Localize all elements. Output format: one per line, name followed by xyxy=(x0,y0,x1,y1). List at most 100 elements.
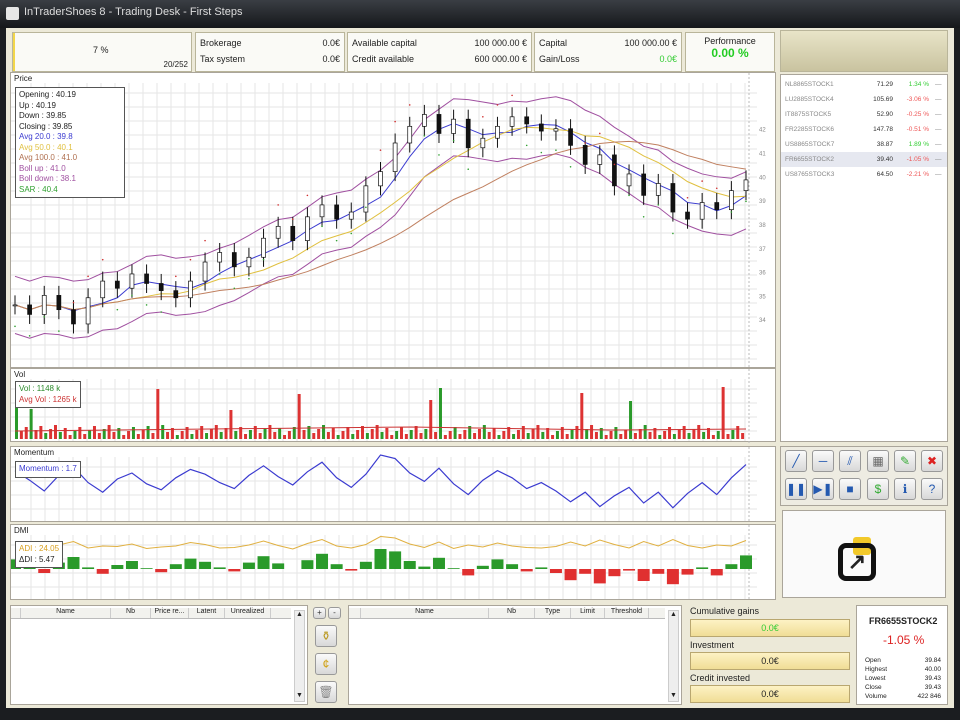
portfolio-scrollbar[interactable]: ▲ ▼ xyxy=(294,610,305,702)
col-type[interactable]: Type xyxy=(535,608,571,618)
dmi-bar xyxy=(272,563,285,569)
dmi-bar xyxy=(506,564,519,569)
volume-bar xyxy=(370,429,374,439)
quote-row: Highest 40.00 xyxy=(865,665,941,674)
share-button[interactable]: ↗ xyxy=(782,510,946,598)
volume-bar xyxy=(663,431,667,439)
candle-body xyxy=(56,295,62,311)
price-chart-panel[interactable]: 34 35 36 37 38 39 40 41 42 Price Opening : 40.19… xyxy=(10,72,776,369)
stock-price: 105.69 xyxy=(873,96,893,103)
orders-scrollbar[interactable]: ▲ ▼ xyxy=(668,610,679,702)
volume-bar xyxy=(741,433,745,439)
col-price[interactable]: Price re... xyxy=(151,608,189,618)
volume-bar xyxy=(643,425,647,439)
col-nb[interactable]: Nb xyxy=(111,608,151,618)
volume-bar xyxy=(92,426,96,439)
coins-icon[interactable]: ¢ xyxy=(315,653,337,675)
dmi-bar xyxy=(418,566,431,569)
momentum-panel[interactable]: Momentum Momentum : 1.7 xyxy=(10,446,776,523)
stock-trend-icon: — xyxy=(935,81,942,88)
candle-body xyxy=(246,256,252,268)
volume-bar xyxy=(127,431,131,439)
volume-bar xyxy=(63,428,67,439)
watchlist-item[interactable]: FR2285STOCK6 147.78 -0.51 % — xyxy=(781,122,947,137)
add-button[interactable]: + xyxy=(313,607,326,619)
volume-panel[interactable]: Vol Vol : 1148 k Avg Vol : 1265 k xyxy=(10,368,776,443)
col-nb[interactable]: Nb xyxy=(489,608,535,618)
volume-bar xyxy=(395,431,399,439)
stop-icon[interactable]: ■ xyxy=(839,478,861,500)
pause-icon[interactable]: ❚❚ xyxy=(785,478,807,500)
app-icon xyxy=(6,7,19,20)
watchlist-item[interactable]: LU2885STOCK4 105.69 -3.06 % — xyxy=(781,92,947,107)
volume-bar xyxy=(551,435,555,439)
candle-body xyxy=(422,114,427,127)
price-axis-label: 40 xyxy=(759,175,766,181)
volume-bar xyxy=(268,425,272,439)
parallel-lines-icon[interactable]: ⫽ xyxy=(839,450,861,472)
col-threshold[interactable]: Threshold xyxy=(605,608,649,618)
watchlist-item[interactable]: IT8875STOCK5 52.90 -0.25 % — xyxy=(781,107,947,122)
volume-bar xyxy=(590,425,594,439)
dmi-panel[interactable]: DMI ADI : 24.05 ΔDI : 5.47 xyxy=(10,524,776,601)
volume-bar xyxy=(190,434,194,439)
volume-bar xyxy=(219,432,223,439)
col-unrealized[interactable]: Unrealized xyxy=(225,608,271,618)
watchlist-item[interactable]: FR6655STOCK2 39.40 -1.05 % — xyxy=(781,152,947,167)
dmi-bar xyxy=(242,562,255,569)
step-icon[interactable]: ▶❚ xyxy=(812,478,834,500)
volume-bar xyxy=(575,426,579,439)
price-legend: Opening : 40.19 Up : 40.19 Down : 39.85 Clo… xyxy=(15,87,125,198)
dmi-bar xyxy=(549,569,562,573)
dmi-bar xyxy=(432,557,445,569)
dmi-legend-ddi: ΔDI : 5.47 xyxy=(19,554,55,564)
help-icon[interactable]: ? xyxy=(921,478,943,500)
line-tool-icon[interactable]: ╱ xyxy=(785,450,807,472)
sar-dot xyxy=(160,311,162,313)
horizontal-line-icon[interactable]: ─ xyxy=(812,450,834,472)
dmi-bar xyxy=(710,569,723,576)
col-latent[interactable]: Latent xyxy=(189,608,225,618)
col-limit[interactable]: Limit xyxy=(571,608,605,618)
volume-bar xyxy=(195,430,199,439)
trash-icon[interactable]: 🗑 xyxy=(315,681,337,703)
dmi-bar xyxy=(389,551,402,569)
volume-bar xyxy=(88,430,92,439)
buy-icon[interactable]: ⚱ xyxy=(315,625,337,647)
grid-icon[interactable]: ▦ xyxy=(867,450,889,472)
dmi-bar xyxy=(623,569,636,571)
eraser-icon[interactable]: ✎ xyxy=(894,450,916,472)
volume-bar xyxy=(297,394,301,439)
candle-body xyxy=(334,204,339,220)
volume-bar xyxy=(624,430,628,439)
stock-price: 64.50 xyxy=(876,171,893,178)
delete-icon[interactable]: ✖ xyxy=(921,450,943,472)
orders-header: Name Nb Type Limit Threshold xyxy=(349,608,665,619)
volume-bar xyxy=(253,426,257,439)
col-name[interactable]: Name xyxy=(21,608,111,618)
candle-body xyxy=(451,118,456,134)
stock-change: 1.34 % xyxy=(908,81,929,88)
col-name[interactable]: Name xyxy=(361,608,489,618)
volume-bar xyxy=(424,429,428,439)
stock-trend-icon: — xyxy=(935,96,942,103)
sar-dot xyxy=(101,258,104,261)
stock-change: 1.89 % xyxy=(908,141,929,148)
tax-value: 0.0€ xyxy=(322,54,340,64)
info-icon[interactable]: ℹ xyxy=(894,478,916,500)
volume-bar xyxy=(516,430,520,439)
remove-button[interactable]: - xyxy=(328,607,341,619)
watchlist-item[interactable]: US8865STOCK7 38.87 1.89 % — xyxy=(781,137,947,152)
money-icon[interactable]: $ xyxy=(867,478,889,500)
candle-body xyxy=(641,173,647,196)
volume-bar xyxy=(39,426,43,439)
volume-bar xyxy=(209,429,213,439)
capital-box: Capital 100 000.00 € Gain/Loss 0.0€ xyxy=(534,32,682,72)
sar-dot xyxy=(642,216,645,218)
watchlist-item[interactable]: US8765STOCK3 64.50 -2.21 % — xyxy=(781,167,947,182)
volume-bar xyxy=(263,429,267,439)
watchlist-item[interactable]: NL8865STOCK1 71.29 1.34 % — xyxy=(781,77,947,92)
dmi-bar xyxy=(67,557,80,569)
sar-dot xyxy=(584,142,586,144)
candle-body xyxy=(378,171,383,187)
